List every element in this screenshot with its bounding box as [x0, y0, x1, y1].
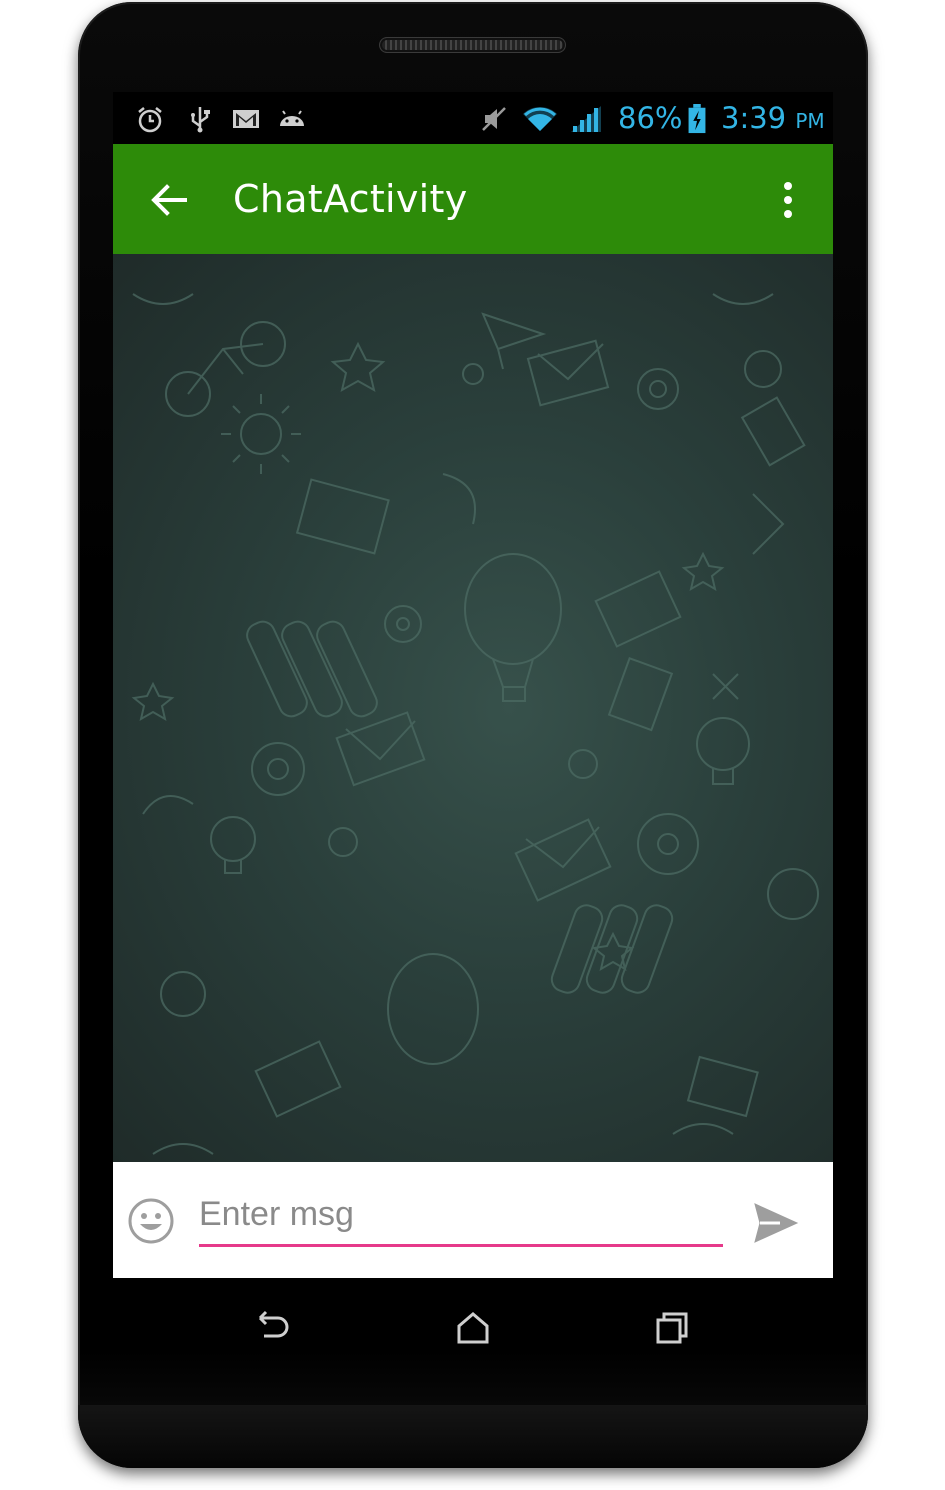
navigation-bar: [113, 1278, 833, 1378]
usb-icon: [191, 107, 210, 133]
arrow-back-icon[interactable]: [143, 174, 195, 226]
page-title: ChatActivity: [233, 177, 468, 221]
clock-ampm: PM: [795, 109, 825, 133]
mute-icon: [482, 107, 506, 131]
alarm-icon: [138, 107, 162, 133]
message-composer: [113, 1162, 833, 1278]
earpiece-speaker: [380, 38, 565, 52]
clock-time: 3:39: [721, 101, 787, 135]
android-icon: [280, 110, 304, 126]
overflow-menu-icon[interactable]: [773, 174, 803, 226]
chat-message-list[interactable]: [113, 254, 833, 1162]
recents-icon[interactable]: [651, 1306, 695, 1350]
message-input[interactable]: [199, 1184, 723, 1247]
app-bar: ChatActivity: [113, 144, 833, 254]
status-bar: 86% 3:39 PM: [113, 92, 833, 144]
screen: 86% 3:39 PM ChatActivity: [113, 92, 833, 1278]
battery-charging-icon: [688, 104, 706, 134]
phone-frame-bottom: [78, 1405, 868, 1468]
emoji-icon[interactable]: [127, 1197, 175, 1245]
back-nav-icon[interactable]: [250, 1306, 294, 1350]
chat-wallpaper-doodles: [131, 293, 819, 1155]
send-icon[interactable]: [751, 1198, 801, 1248]
battery-percent: 86%: [618, 101, 683, 135]
signal-icon: [571, 106, 601, 132]
clock: 3:39 PM: [721, 101, 825, 135]
home-icon[interactable]: [451, 1306, 495, 1350]
wifi-icon: [523, 106, 557, 131]
gmail-icon: [233, 110, 259, 128]
